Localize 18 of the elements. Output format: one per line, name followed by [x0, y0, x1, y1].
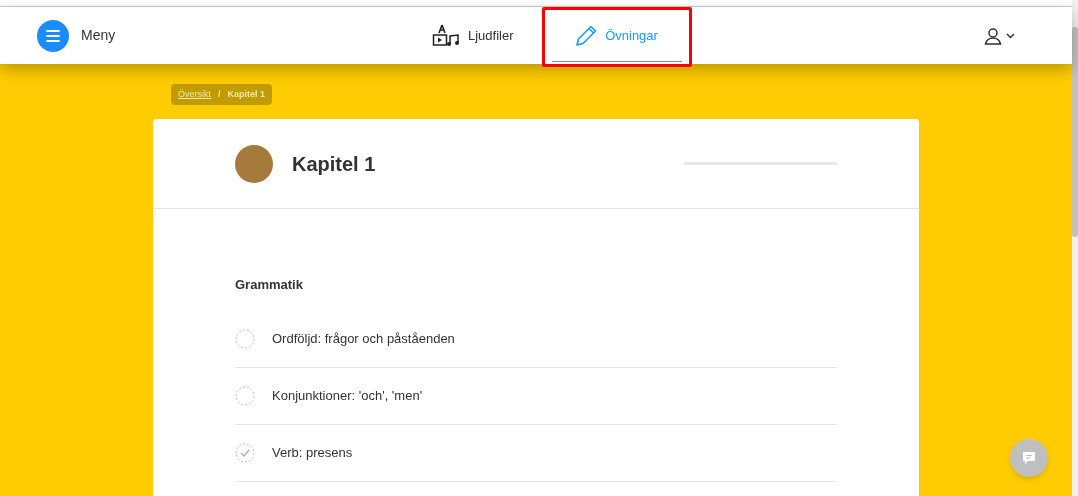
- section-heading: Grammatik: [235, 276, 304, 295]
- exercise-item[interactable]: Verb: presens: [235, 424, 837, 482]
- video-and-music-icon: [432, 23, 460, 48]
- exercise-item[interactable]: Ordföljd: frågor och påståenden: [235, 310, 837, 368]
- chat-bubble-icon: [1022, 451, 1036, 465]
- user-icon: [984, 26, 1002, 45]
- breadcrumb-separator: /: [218, 88, 221, 101]
- nav-tab[interactable]: Ljudfiler: [420, 7, 526, 64]
- breadcrumb-current: Kapitel 1: [227, 88, 266, 101]
- chevron-down-icon: [1006, 32, 1015, 39]
- scrollbar-thumb[interactable]: [1072, 27, 1078, 237]
- account-menu-button[interactable]: [984, 26, 1015, 45]
- pencil-icon: [575, 24, 598, 47]
- exercise-item[interactable]: Konjunktioner: 'och', 'men': [235, 367, 837, 425]
- menu-button[interactable]: Meny: [37, 19, 116, 52]
- photo-placeholder: [235, 144, 273, 183]
- menu-icon: [37, 19, 69, 52]
- chapter-title: Kapitel 1: [292, 151, 376, 177]
